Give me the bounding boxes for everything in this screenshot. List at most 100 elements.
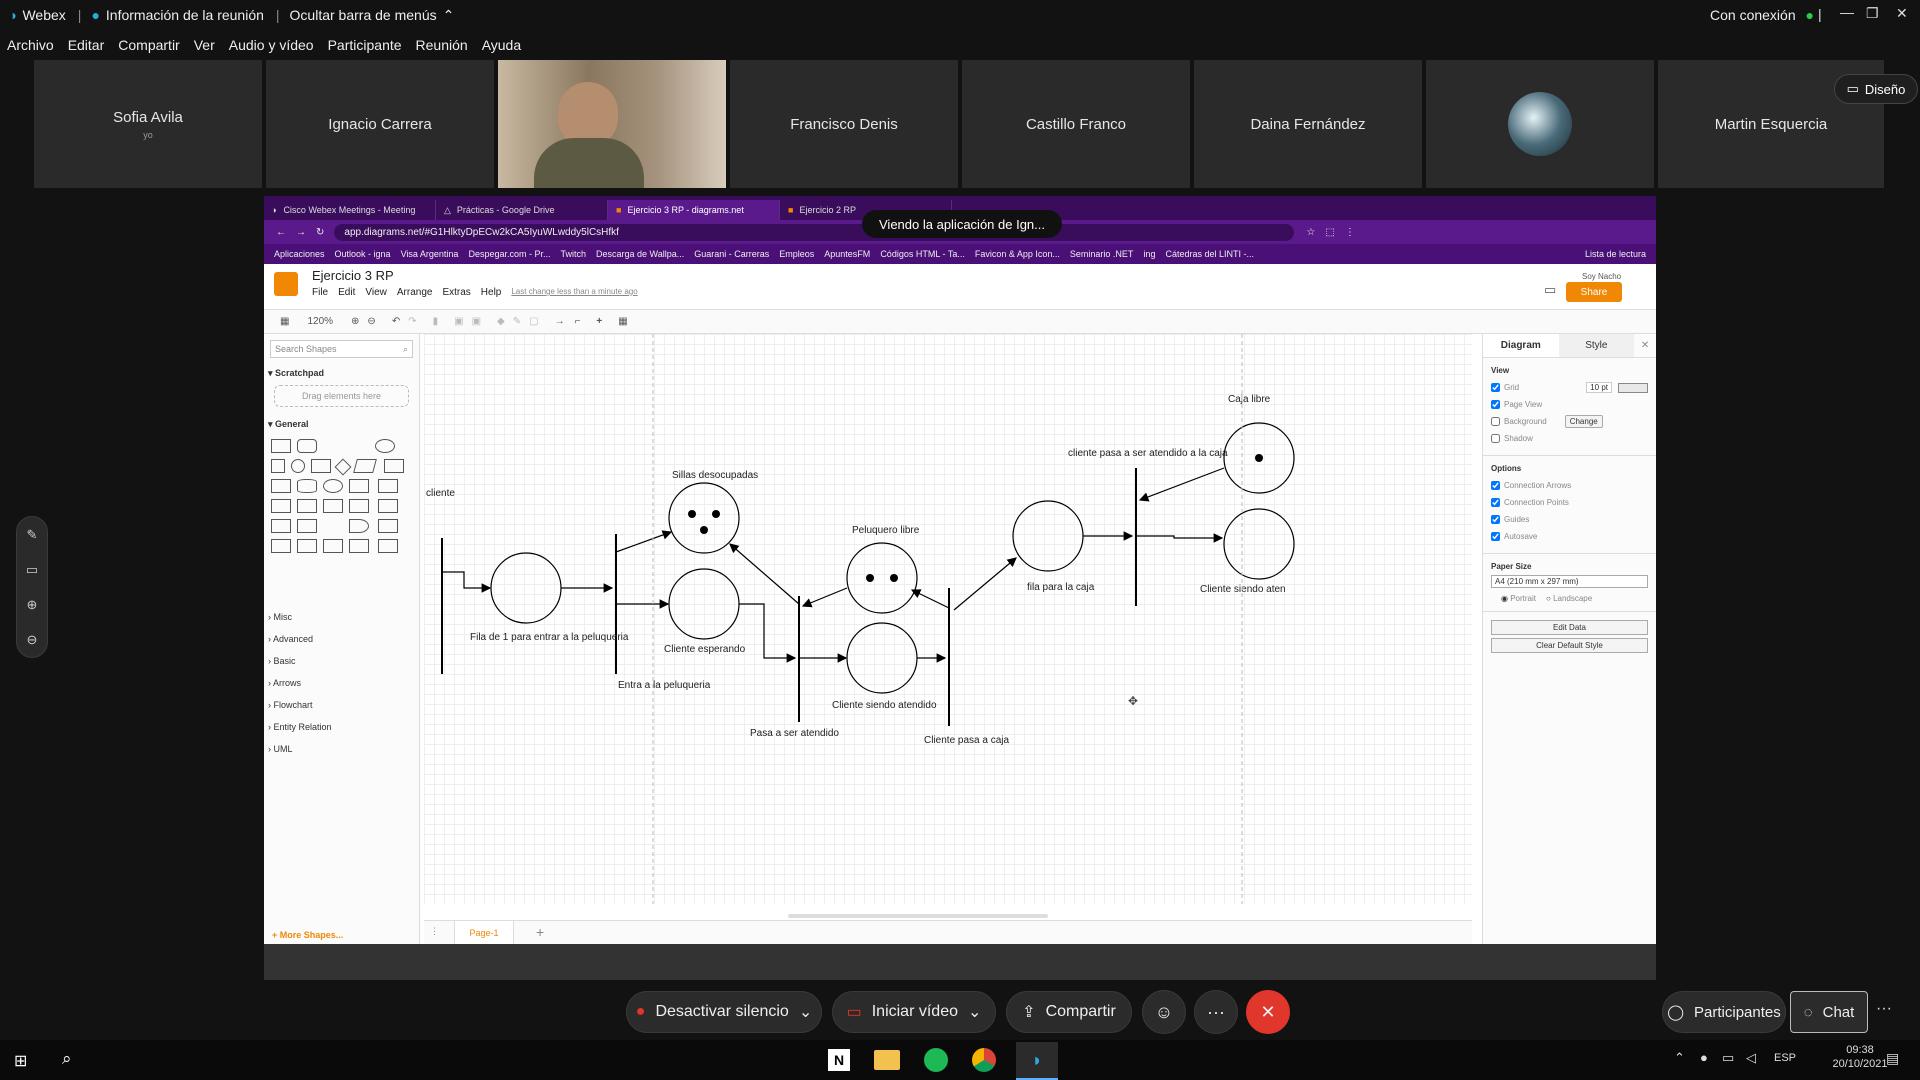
- shape-cylinder[interactable]: [297, 479, 317, 493]
- network-icon[interactable]: ▭: [1722, 1050, 1734, 1066]
- fill-color-icon[interactable]: ◆: [497, 316, 505, 327]
- menu-editar[interactable]: Editar: [68, 37, 105, 53]
- general-section-header[interactable]: ▾ General: [268, 419, 415, 430]
- volume-icon[interactable]: ◁: [1746, 1050, 1756, 1066]
- shape-cloud[interactable]: [323, 479, 343, 493]
- place-sillas[interactable]: [668, 482, 740, 554]
- browser-tab[interactable]: △ Prácticas - Google Drive: [436, 200, 608, 220]
- place-siendo-caja[interactable]: [1223, 508, 1295, 580]
- bookmark-item[interactable]: ApuntesFM: [824, 249, 870, 259]
- format-panel-icon[interactable]: ▦: [280, 316, 289, 327]
- participant-tile[interactable]: Francisco Denis: [730, 60, 958, 188]
- share-screen-button[interactable]: ⇪ Compartir: [1006, 991, 1132, 1033]
- tray-chevron-icon[interactable]: ⌃: [1674, 1050, 1685, 1066]
- zoom-in-icon[interactable]: ⊕: [351, 316, 359, 327]
- menu-ayuda[interactable]: Ayuda: [482, 37, 521, 53]
- grid-checkbox[interactable]: [1491, 383, 1500, 392]
- horizontal-scrollbar[interactable]: [788, 914, 1048, 918]
- undo-icon[interactable]: ↶: [392, 316, 400, 327]
- shape-tape[interactable]: [349, 499, 369, 513]
- menu-audio-video[interactable]: Audio y vídeo: [229, 37, 314, 53]
- tab-diagram[interactable]: Diagram: [1483, 334, 1559, 357]
- shape-document[interactable]: [349, 479, 369, 493]
- shape-step[interactable]: [297, 499, 317, 513]
- diagram-canvas[interactable]: cliente Fila de 1 para entrar a la peluq…: [424, 334, 1472, 904]
- last-change-link[interactable]: Last change less than a minute ago: [511, 287, 637, 298]
- grid-color-swatch[interactable]: [1618, 382, 1648, 393]
- search-shapes-input[interactable]: Search Shapes ⌕: [270, 340, 413, 358]
- menu-extras[interactable]: Extras: [442, 287, 470, 298]
- shape-textbox[interactable]: [349, 439, 369, 453]
- participants-button[interactable]: ◯ Participantes: [1662, 991, 1786, 1033]
- layout-button[interactable]: ▭ Diseño: [1834, 74, 1918, 104]
- arc[interactable]: [910, 589, 950, 609]
- url-field[interactable]: app.diagrams.net/#G1HlktyDpECw2kCA5IyuWL…: [334, 223, 1295, 241]
- shape-trapezoid[interactable]: [323, 499, 343, 513]
- bookmark-item[interactable]: Empleos: [779, 249, 814, 259]
- notifications-icon[interactable]: ▤: [1886, 1050, 1899, 1067]
- section-advanced[interactable]: › Advanced: [268, 628, 419, 650]
- zoom-in-icon[interactable]: ⊕: [17, 587, 47, 622]
- chat-button[interactable]: ◌ Chat: [1790, 991, 1868, 1033]
- document-title[interactable]: Ejercicio 3 RP: [312, 268, 394, 283]
- annotate-icon[interactable]: ✎: [17, 517, 47, 552]
- bookmark-item[interactable]: Seminario .NET: [1070, 249, 1134, 259]
- bookmark-item[interactable]: Visa Argentina: [401, 249, 459, 259]
- reload-icon[interactable]: ↻: [316, 227, 324, 238]
- more-panels-icon[interactable]: ···: [1876, 1000, 1892, 1018]
- participant-tile[interactable]: Castillo Franco: [962, 60, 1190, 188]
- shape-arrow[interactable]: [349, 559, 369, 573]
- shape-bidirectional-arrow[interactable]: [323, 559, 343, 573]
- paper-size-select[interactable]: A4 (210 mm x 297 mm): [1491, 575, 1648, 588]
- bookmark-item[interactable]: Códigos HTML - Ta...: [880, 249, 965, 259]
- arc[interactable]: [953, 557, 1017, 611]
- clock[interactable]: 09:38 20/10/2021: [1832, 1044, 1888, 1070]
- reactions-icon[interactable]: ☺: [1142, 990, 1186, 1034]
- shape-actor[interactable]: [323, 519, 343, 533]
- comment-icon[interactable]: ▭: [1544, 282, 1556, 298]
- shadow-checkbox[interactable]: [1491, 434, 1500, 443]
- place-fila[interactable]: [490, 552, 562, 624]
- shape-text[interactable]: [323, 439, 343, 453]
- spotify-icon[interactable]: [924, 1048, 948, 1072]
- grid-size-input[interactable]: 10 pt: [1586, 382, 1612, 393]
- search-icon[interactable]: ⌕: [62, 1049, 72, 1069]
- bookmark-item[interactable]: Outlook - igna: [335, 249, 391, 259]
- shape-circle[interactable]: [291, 459, 305, 473]
- arc[interactable]: [729, 543, 800, 605]
- meeting-info-button[interactable]: ● Información de la reunión: [91, 7, 263, 23]
- section-arrows[interactable]: › Arrows: [268, 672, 419, 694]
- shape-swimlane[interactable]: [323, 539, 343, 553]
- hide-menu-button[interactable]: Ocultar barra de menús ⌃: [290, 7, 455, 24]
- menu-view[interactable]: View: [365, 287, 387, 298]
- forward-icon[interactable]: →: [296, 227, 306, 238]
- bookmark-item[interactable]: ing: [1143, 249, 1155, 259]
- menu-ver[interactable]: Ver: [194, 37, 215, 53]
- waypoints-icon[interactable]: ⌐: [575, 316, 581, 327]
- portrait-radio[interactable]: ◉ Portrait: [1501, 594, 1536, 603]
- zoom-out-icon[interactable]: ⊖: [17, 622, 47, 657]
- bookmark-item[interactable]: Descarga de Wallpa...: [596, 249, 684, 259]
- bookmark-item[interactable]: Twitch: [561, 249, 587, 259]
- table-icon[interactable]: ▦: [618, 316, 627, 327]
- connection-icon[interactable]: →: [555, 316, 565, 327]
- shape-curve[interactable]: [297, 559, 317, 573]
- start-video-button[interactable]: ▭ Iniciar vídeo ⌄: [832, 991, 996, 1033]
- shape-hexagon[interactable]: [383, 459, 404, 473]
- shape-table[interactable]: [377, 539, 398, 553]
- connection-points-checkbox[interactable]: [1491, 498, 1500, 507]
- arc[interactable]: [1136, 533, 1224, 543]
- pages-menu-icon[interactable]: ⋮: [430, 926, 439, 937]
- shape-internal-storage[interactable]: [377, 479, 398, 493]
- shape-triangle[interactable]: [271, 479, 291, 493]
- clear-default-style-button[interactable]: Clear Default Style: [1491, 638, 1648, 653]
- place-peluquero[interactable]: [846, 542, 918, 614]
- close-panel-icon[interactable]: ✕: [1634, 334, 1656, 357]
- back-icon[interactable]: ←: [276, 227, 286, 238]
- arc[interactable]: [442, 571, 492, 593]
- page-view-checkbox[interactable]: [1491, 400, 1500, 409]
- webex-taskbar-icon[interactable]: ◗: [1016, 1042, 1058, 1080]
- to-back-icon[interactable]: ▣: [472, 316, 481, 327]
- bookmark-item[interactable]: Favicon & App Icon...: [975, 249, 1060, 259]
- zoom-level[interactable]: 120%: [307, 316, 333, 327]
